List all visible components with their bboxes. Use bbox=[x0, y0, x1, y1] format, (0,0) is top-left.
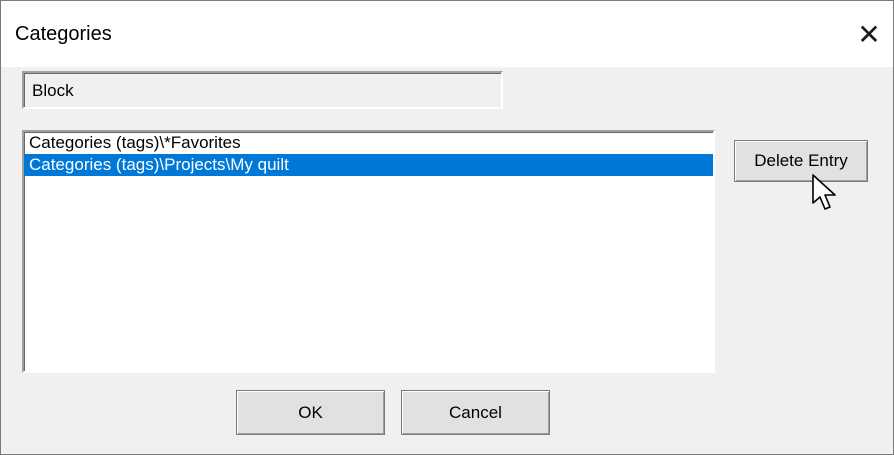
close-button[interactable]: ✕ bbox=[849, 15, 889, 53]
ok-button[interactable]: OK bbox=[236, 390, 385, 435]
close-icon: ✕ bbox=[857, 18, 881, 50]
categories-dialog: Categories ✕ Block Categories (tags)\*Fa… bbox=[0, 0, 894, 455]
cancel-button[interactable]: Cancel bbox=[401, 390, 550, 435]
list-item[interactable]: Categories (tags)\*Favorites bbox=[24, 132, 713, 154]
delete-entry-button[interactable]: Delete Entry bbox=[734, 140, 868, 182]
name-field: Block bbox=[22, 71, 503, 109]
categories-listbox[interactable]: Categories (tags)\*Favorites Categories … bbox=[22, 130, 715, 373]
title-bar: Categories ✕ bbox=[1, 1, 893, 67]
dialog-title: Categories bbox=[15, 23, 112, 45]
mouse-pointer-icon bbox=[812, 174, 836, 210]
list-item-selected[interactable]: Categories (tags)\Projects\My quilt bbox=[24, 154, 713, 176]
